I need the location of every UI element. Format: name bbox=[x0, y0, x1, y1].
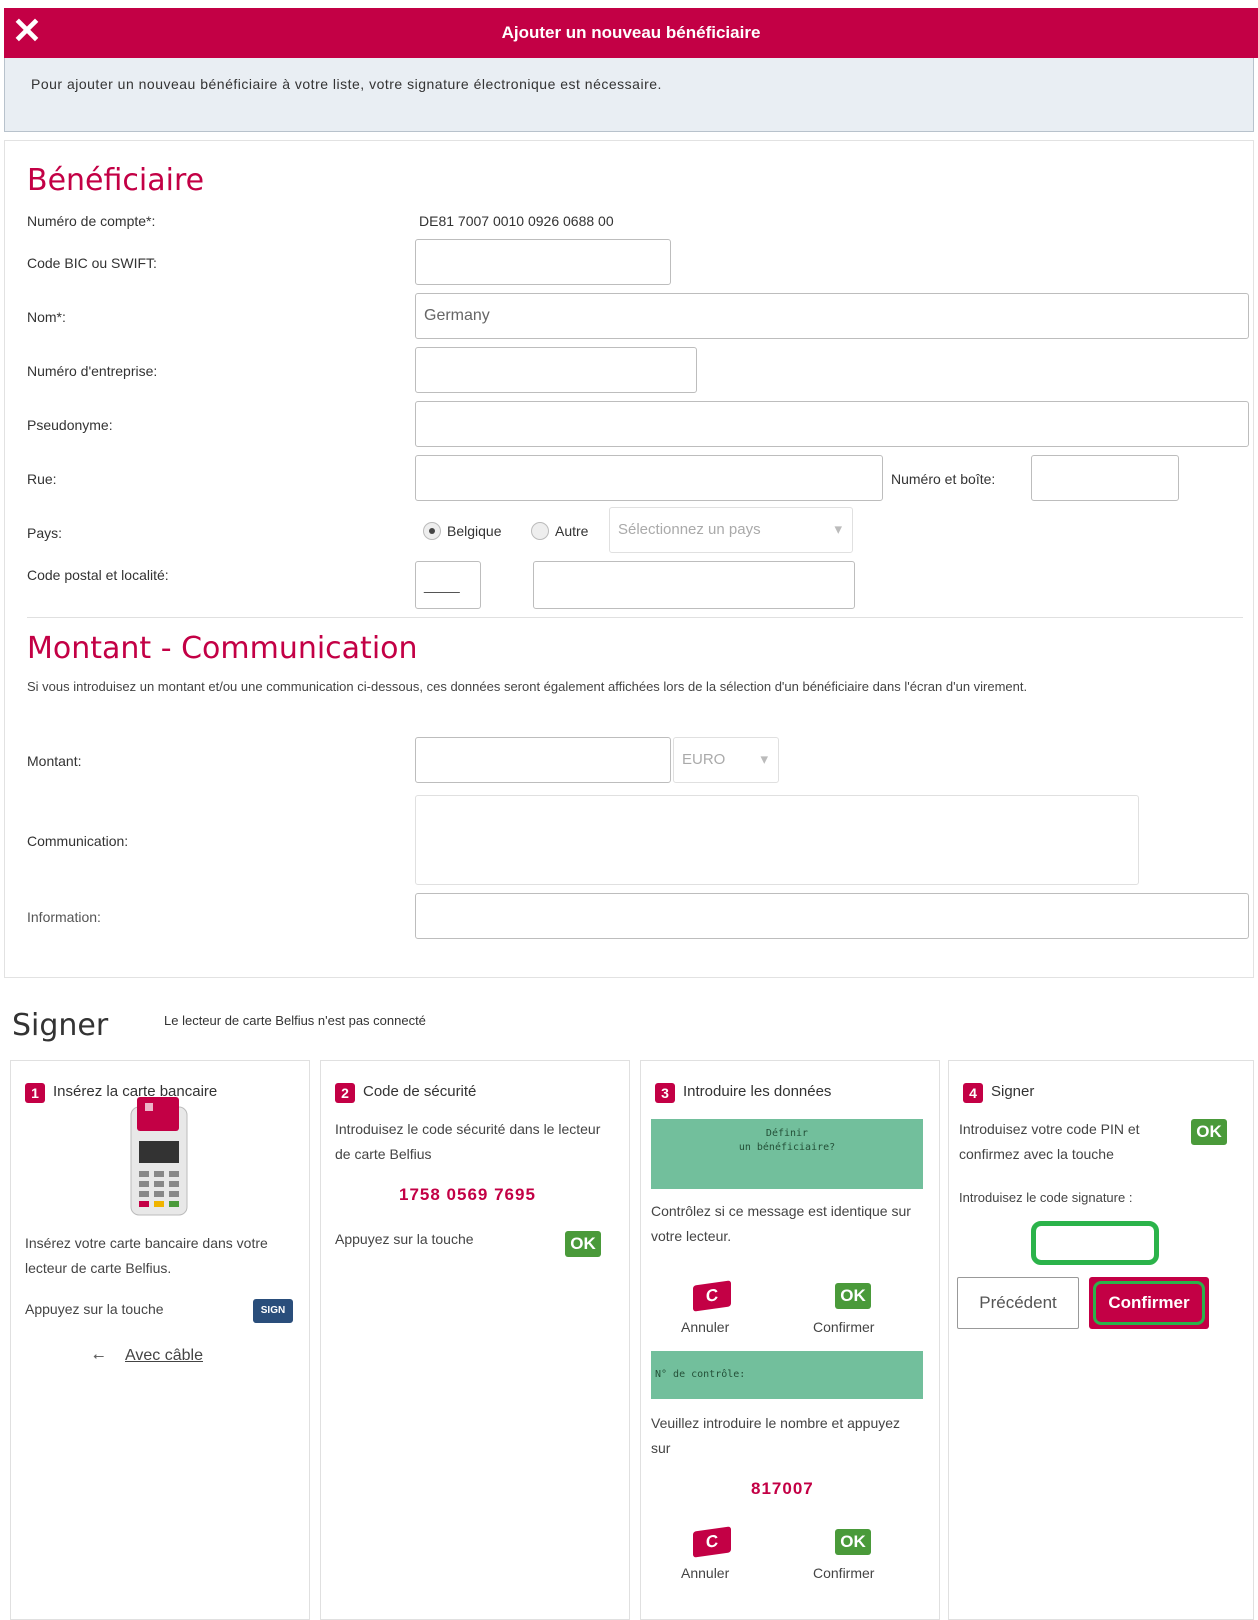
step-heading: Code de sécurité bbox=[363, 1083, 477, 1100]
postal-code-input[interactable]: ____ bbox=[415, 561, 481, 609]
radio-autre[interactable] bbox=[531, 522, 549, 540]
security-code: 1758 0569 7695 bbox=[399, 1185, 536, 1204]
card-reader-icon bbox=[130, 1097, 188, 1216]
number-input[interactable] bbox=[1031, 455, 1179, 501]
locality-input[interactable] bbox=[533, 561, 855, 609]
name-label: Nom*: bbox=[27, 309, 66, 325]
control-number: 817007 bbox=[751, 1479, 814, 1498]
cable-link[interactable]: Avec câble bbox=[125, 1343, 203, 1368]
dialog-header: ✕ Ajouter un nouveau bénéficiaire bbox=[4, 8, 1258, 58]
communication-label: Communication: bbox=[27, 833, 129, 849]
currency-value: EURO bbox=[682, 751, 726, 768]
step-number: 2 bbox=[335, 1083, 355, 1103]
ok-key-icon: OK bbox=[835, 1283, 871, 1309]
info-text: Pour ajouter un nouveau bénéficiaire à v… bbox=[31, 76, 662, 92]
step-number: 1 bbox=[25, 1083, 45, 1103]
radio-belgique-label: Belgique bbox=[447, 523, 502, 539]
step-number: 3 bbox=[655, 1083, 675, 1103]
step-1-panel: 1 Insérez la carte bancaire Insérez votr… bbox=[10, 1060, 310, 1620]
pin-instructions: Introduisez votre code PIN et confirmez … bbox=[959, 1121, 1140, 1162]
reader-status: Le lecteur de carte Belfius n'est pas co… bbox=[164, 1013, 426, 1028]
step-heading: Signer bbox=[991, 1083, 1035, 1100]
beneficiary-form: Bénéficiaire Numéro de compte*: DE81 700… bbox=[4, 140, 1254, 978]
pseudonym-input[interactable] bbox=[415, 401, 1249, 447]
pseudonym-label: Pseudonyme: bbox=[27, 417, 113, 433]
chevron-down-icon: ▾ bbox=[834, 521, 842, 538]
name-input[interactable]: Germany bbox=[415, 293, 1249, 339]
signature-label: Introduisez le code signature : bbox=[959, 1190, 1133, 1205]
section-title-amount: Montant - Communication bbox=[27, 631, 418, 666]
signer-title: Signer bbox=[12, 1008, 109, 1043]
usb-icon: ⭠ bbox=[93, 1347, 105, 1363]
communication-textarea[interactable] bbox=[415, 795, 1139, 885]
country-select[interactable]: Sélectionnez un pays ▾ bbox=[609, 507, 853, 553]
radio-belgique[interactable] bbox=[423, 522, 441, 540]
amount-description: Si vous introduisez un montant et/ou une… bbox=[27, 679, 1028, 694]
step-3-panel: 3 Introduire les données Définir un béné… bbox=[640, 1060, 940, 1620]
reader-display: Définir un bénéficiaire? bbox=[651, 1119, 923, 1189]
bic-input[interactable] bbox=[415, 239, 671, 285]
confirm-label: Confirmer bbox=[813, 1565, 875, 1581]
step1-text: Insérez votre carte bancaire dans votre … bbox=[25, 1235, 268, 1276]
confirm-button[interactable]: Confirmer bbox=[1089, 1277, 1209, 1329]
postal-label: Code postal et localité: bbox=[27, 567, 169, 583]
ok-key-icon: OK bbox=[565, 1231, 601, 1257]
chevron-down-icon: ▾ bbox=[760, 751, 768, 768]
info-banner: Pour ajouter un nouveau bénéficiaire à v… bbox=[4, 58, 1254, 132]
amount-label: Montant: bbox=[27, 753, 82, 769]
signature-code-input[interactable] bbox=[1031, 1221, 1159, 1265]
street-label: Rue: bbox=[27, 471, 57, 487]
confirm-label: Confirmer bbox=[813, 1319, 875, 1335]
account-label: Numéro de compte*: bbox=[27, 213, 156, 229]
lcd-line-1: Définir bbox=[765, 1128, 809, 1139]
lcd-line-2: un bénéficiaire? bbox=[738, 1142, 836, 1153]
step-number: 4 bbox=[963, 1083, 983, 1103]
information-label: Information: bbox=[27, 909, 101, 925]
section-title-beneficiary: Bénéficiaire bbox=[27, 163, 205, 198]
sign-key-icon: SIGN bbox=[253, 1299, 293, 1323]
confirm-button-label: Confirmer bbox=[1093, 1281, 1205, 1325]
step-4-panel: 4 Signer Introduisez votre code PIN et c… bbox=[948, 1060, 1254, 1620]
information-input[interactable] bbox=[415, 893, 1249, 939]
previous-button[interactable]: Précédent bbox=[957, 1277, 1079, 1329]
divider bbox=[27, 617, 1243, 618]
account-value: DE81 7007 0010 0926 0688 00 bbox=[419, 213, 614, 229]
cancel-label: Annuler bbox=[681, 1319, 730, 1335]
ok-key-icon: OK bbox=[835, 1529, 871, 1555]
country-label: Pays: bbox=[27, 525, 63, 541]
cancel-label: Annuler bbox=[681, 1565, 730, 1581]
c-key-icon: C bbox=[693, 1280, 731, 1312]
number-label: Numéro et boîte: bbox=[891, 471, 996, 487]
step3-check-text: Contrôlez si ce message est identique su… bbox=[651, 1203, 911, 1244]
country-select-value: Sélectionnez un pays bbox=[618, 521, 761, 538]
step-2-panel: 2 Code de sécurité Introduisez le code s… bbox=[320, 1060, 630, 1620]
dialog-title: Ajouter un nouveau bénéficiaire bbox=[501, 23, 761, 42]
step1-press: Appuyez sur la touche bbox=[25, 1301, 164, 1317]
company-input[interactable] bbox=[415, 347, 697, 393]
step3-enter-text: Veuillez introduire le nombre et appuyez… bbox=[651, 1415, 901, 1456]
street-input[interactable] bbox=[415, 455, 883, 501]
company-label: Numéro d'entreprise: bbox=[27, 363, 158, 379]
amount-input[interactable] bbox=[415, 737, 671, 783]
c-key-icon: C bbox=[693, 1526, 731, 1558]
currency-select[interactable]: EURO ▾ bbox=[673, 737, 779, 783]
radio-autre-label: Autre bbox=[555, 523, 589, 539]
ok-key-icon: OK bbox=[1191, 1119, 1227, 1145]
bic-label: Code BIC ou SWIFT: bbox=[27, 255, 157, 271]
reader-display-control: N° de contrôle: bbox=[651, 1351, 923, 1399]
step2-text: Introduisez le code sécurité dans le lec… bbox=[335, 1121, 601, 1162]
step-heading: Introduire les données bbox=[683, 1083, 832, 1100]
step2-press: Appuyez sur la touche bbox=[335, 1231, 474, 1247]
